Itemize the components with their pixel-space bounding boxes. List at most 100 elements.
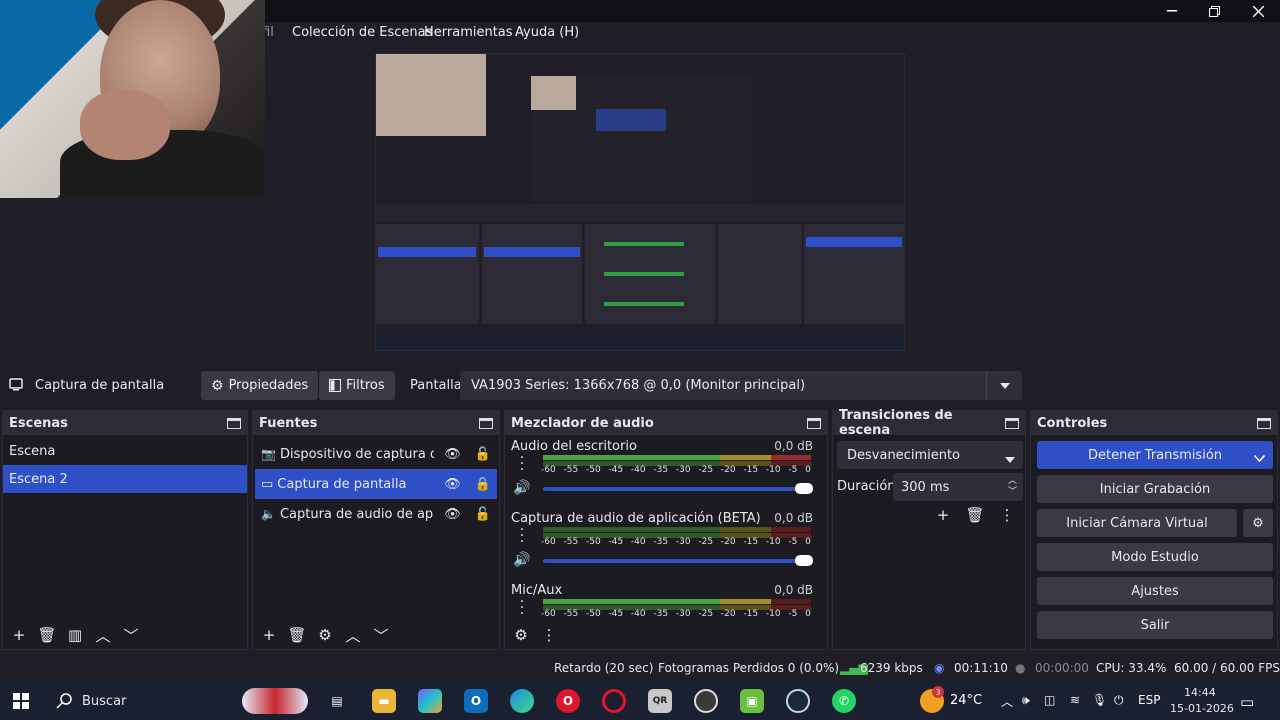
transition-select[interactable]: Desvanecimiento xyxy=(837,441,1023,469)
source-item[interactable]: 🔈 Captura de audio de aplicació 👁 🔓 xyxy=(255,499,497,529)
settings-button[interactable]: Ajustes xyxy=(1037,577,1273,605)
whatsapp-icon[interactable]: ✆ xyxy=(832,689,856,713)
restore-button[interactable] xyxy=(1192,0,1236,22)
volume-icon[interactable]: 🔊 xyxy=(513,552,530,568)
volume-slider[interactable] xyxy=(543,555,813,566)
chevron-up-icon[interactable]: ︿ xyxy=(343,625,363,645)
gear-icon: ⚙ xyxy=(1252,515,1264,531)
menu-help[interactable]: Ayuda (H) xyxy=(515,25,579,40)
meter-tick: -55 xyxy=(563,609,579,619)
opera-gx-icon[interactable] xyxy=(602,689,626,713)
close-icon xyxy=(1252,5,1264,17)
kebab-menu-icon[interactable]: · · · xyxy=(515,595,529,621)
spin-arrows-icon[interactable]: ︿ ﹀ xyxy=(1008,476,1017,498)
add-icon[interactable]: + xyxy=(9,625,29,645)
menu-tools[interactable]: Herramientas xyxy=(424,25,513,40)
minimize-button[interactable] xyxy=(1150,0,1194,22)
eye-icon[interactable]: 👁 xyxy=(444,477,461,492)
gear-icon[interactable]: ⚙ xyxy=(315,625,335,645)
undock-icon[interactable] xyxy=(1005,417,1019,429)
chevron-down-icon[interactable]: ﹀ xyxy=(371,625,391,645)
copilot-icon[interactable] xyxy=(418,689,442,713)
slider-handle[interactable] xyxy=(795,555,813,566)
duration-spinbox[interactable]: 300 ms ︿ ﹀ xyxy=(893,473,1023,501)
start-recording-button[interactable]: Iniciar Grabación xyxy=(1037,475,1273,503)
kebab-menu-icon[interactable]: ⋮ xyxy=(997,505,1017,525)
eye-icon[interactable]: 👁 xyxy=(444,447,461,462)
unlock-icon[interactable]: 🔓 xyxy=(475,507,491,522)
filters-button[interactable]: Filtros xyxy=(319,371,395,400)
scene-item[interactable]: Escena xyxy=(3,437,247,465)
volume-icon[interactable]: 🔊 xyxy=(513,480,530,496)
filter-icon[interactable]: ▥ xyxy=(65,625,85,645)
source-item[interactable]: ▭ Captura de pantalla 👁 🔒 xyxy=(255,469,497,499)
steam-icon[interactable] xyxy=(786,689,810,713)
wifi-icon[interactable]: ≋ xyxy=(1070,693,1080,707)
power-icon[interactable]: ⏻ xyxy=(1114,693,1124,708)
add-icon[interactable]: + xyxy=(259,625,279,645)
stop-stream-button[interactable]: Detener Transmisión xyxy=(1037,441,1273,469)
source-item[interactable]: 📷 Dispositivo de captura de vide 👁 🔓 xyxy=(255,439,497,469)
chevron-up-icon[interactable]: ︿ xyxy=(1001,693,1013,710)
clock-date[interactable]: 15-01-2026 xyxy=(1170,702,1234,715)
clock-time[interactable]: 14:44 xyxy=(1184,686,1216,699)
gear-icon: ⚙ xyxy=(211,377,224,394)
menu-scene-collection[interactable]: Colección de Escenas xyxy=(292,25,432,40)
bitrate-status: 6239 kbps xyxy=(860,661,923,675)
speaker-icon[interactable]: 🕪 xyxy=(1022,693,1030,708)
outlook-icon[interactable]: O xyxy=(464,689,488,713)
meter-tick: -60 xyxy=(541,609,556,619)
lock-icon[interactable]: 🔒 xyxy=(475,477,491,492)
display-select[interactable]: VA1903 Series: 1366x768 @ 0,0 (Monitor p… xyxy=(460,371,1022,400)
virtual-camera-button[interactable]: Iniciar Cámara Virtual xyxy=(1037,509,1237,537)
microphone-icon[interactable]: 🎙 xyxy=(1092,693,1107,707)
obs-icon[interactable] xyxy=(694,689,718,713)
camera-tray-icon[interactable]: ◫ xyxy=(1044,693,1055,707)
taskbar-search[interactable]: Buscar xyxy=(46,686,308,716)
chevron-down-icon[interactable]: ﹀ xyxy=(121,625,141,645)
gear-icon[interactable]: ⚙ xyxy=(511,625,531,645)
unlock-icon[interactable]: 🔓 xyxy=(475,447,491,462)
add-icon[interactable]: + xyxy=(933,505,953,525)
undock-icon[interactable] xyxy=(227,417,241,429)
undock-icon[interactable] xyxy=(1257,417,1271,429)
undock-icon[interactable] xyxy=(479,417,493,429)
level-meter xyxy=(543,527,811,532)
meter-tick: -45 xyxy=(608,465,624,475)
close-button[interactable] xyxy=(1236,0,1280,22)
studio-mode-button[interactable]: Modo Estudio xyxy=(1037,543,1273,571)
volume-slider[interactable] xyxy=(543,483,813,494)
trash-icon[interactable]: 🗑 xyxy=(965,505,985,525)
file-explorer-icon[interactable]: ▬ xyxy=(372,689,396,713)
task-view-icon[interactable]: ▤ xyxy=(325,689,349,713)
transitions-header: Transiciones de escena xyxy=(833,408,1025,438)
kebab-menu-icon[interactable]: · · · xyxy=(515,523,529,549)
virtual-camera-settings-button[interactable]: ⚙ xyxy=(1243,509,1273,537)
meter-tick: -40 xyxy=(630,465,646,475)
notification-icon[interactable]: ▭ xyxy=(1240,693,1254,711)
kebab-menu-icon[interactable]: · · · xyxy=(515,451,529,477)
exit-button[interactable]: Salir xyxy=(1037,611,1273,639)
scene-item-label: Escena xyxy=(9,443,56,459)
selected-source-name: Captura de pantalla xyxy=(35,378,165,393)
preview-canvas[interactable] xyxy=(375,53,905,351)
opera-icon[interactable]: O xyxy=(556,689,580,713)
language-indicator[interactable]: ESP xyxy=(1138,693,1160,707)
slider-handle[interactable] xyxy=(795,483,813,494)
delay-status: Retardo (20 sec) xyxy=(554,661,654,675)
android-icon[interactable]: ▣ xyxy=(740,689,764,713)
chevron-down-icon[interactable] xyxy=(1253,451,1266,466)
dropped-frames-status: Fotogramas Perdidos 0 (0.0%) xyxy=(658,661,840,675)
undock-icon[interactable] xyxy=(807,417,821,429)
edge-icon[interactable] xyxy=(510,689,534,713)
windows-start-icon[interactable] xyxy=(13,693,29,709)
app-icon[interactable]: QR xyxy=(648,689,672,713)
scene-item[interactable]: Escena 2 xyxy=(3,465,247,493)
eye-icon[interactable]: 👁 xyxy=(444,507,461,522)
trash-icon[interactable]: 🗑 xyxy=(287,625,307,645)
trash-icon[interactable]: 🗑 xyxy=(37,625,57,645)
meter-tick: -45 xyxy=(608,537,624,547)
kebab-menu-icon[interactable]: ⋮ xyxy=(539,625,559,645)
properties-button[interactable]: ⚙ Propiedades xyxy=(201,371,319,400)
chevron-up-icon[interactable]: ︿ xyxy=(93,625,113,645)
